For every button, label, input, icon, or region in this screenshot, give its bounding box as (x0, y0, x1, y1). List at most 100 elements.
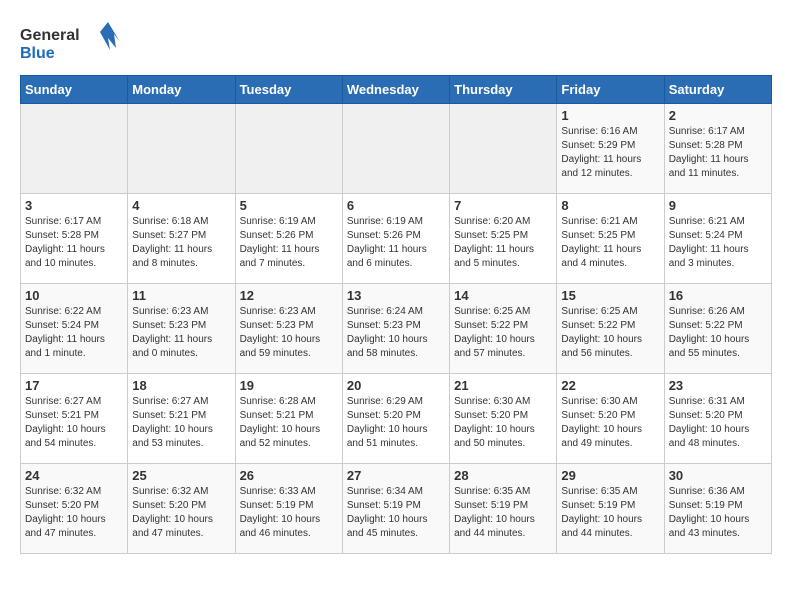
day-number: 12 (240, 288, 338, 303)
day-header-sunday: Sunday (21, 76, 128, 104)
day-info: Sunrise: 6:35 AM Sunset: 5:19 PM Dayligh… (561, 485, 659, 541)
calendar-cell: 30 Sunrise: 6:36 AM Sunset: 5:19 PM Dayli… (664, 464, 771, 554)
calendar-cell: 27Sunrise: 6:34 AM Sunset: 5:19 PM Dayli… (342, 464, 449, 554)
day-number: 24 (25, 468, 123, 483)
day-info: Sunrise: 6:28 AM Sunset: 5:21 PM Dayligh… (240, 395, 338, 451)
calendar-cell: 7 Sunrise: 6:20 AM Sunset: 5:25 PM Daylig… (450, 194, 557, 284)
day-number: 8 (561, 198, 659, 213)
calendar-table: SundayMondayTuesdayWednesdayThursdayFrid… (20, 75, 772, 554)
day-number: 28 (454, 468, 552, 483)
day-header-saturday: Saturday (664, 76, 771, 104)
day-header-wednesday: Wednesday (342, 76, 449, 104)
day-number: 9 (669, 198, 767, 213)
calendar-cell: 14Sunrise: 6:25 AM Sunset: 5:22 PM Dayli… (450, 284, 557, 374)
day-header-monday: Monday (128, 76, 235, 104)
day-info: Sunrise: 6:17 AM Sunset: 5:28 PM Dayligh… (669, 125, 767, 181)
calendar-cell: 4 Sunrise: 6:18 AM Sunset: 5:27 PM Daylig… (128, 194, 235, 284)
day-number: 13 (347, 288, 445, 303)
day-info: Sunrise: 6:20 AM Sunset: 5:25 PM Dayligh… (454, 215, 552, 271)
calendar-cell: 13Sunrise: 6:24 AM Sunset: 5:23 PM Dayli… (342, 284, 449, 374)
day-info: Sunrise: 6:19 AM Sunset: 5:26 PM Dayligh… (347, 215, 445, 271)
calendar-cell: 15 Sunrise: 6:25 AM Sunset: 5:22 PM Dayli… (557, 284, 664, 374)
day-info: Sunrise: 6:35 AM Sunset: 5:19 PM Dayligh… (454, 485, 552, 541)
day-info: Sunrise: 6:25 AM Sunset: 5:22 PM Dayligh… (454, 305, 552, 361)
day-number: 20 (347, 378, 445, 393)
logo: GeneralBlue (20, 20, 130, 65)
calendar-cell (128, 104, 235, 194)
calendar-cell: 12 Sunrise: 6:23 AM Sunset: 5:23 PM Dayli… (235, 284, 342, 374)
day-info: Sunrise: 6:23 AM Sunset: 5:23 PM Dayligh… (132, 305, 230, 361)
day-number: 26 (240, 468, 338, 483)
day-number: 3 (25, 198, 123, 213)
week-row-2: 3 Sunrise: 6:17 AM Sunset: 5:28 PM Daylig… (21, 194, 772, 284)
calendar-cell: 2 Sunrise: 6:17 AM Sunset: 5:28 PM Daylig… (664, 104, 771, 194)
calendar-cell: 9 Sunrise: 6:21 AM Sunset: 5:24 PM Daylig… (664, 194, 771, 284)
calendar-cell: 5 Sunrise: 6:19 AM Sunset: 5:26 PM Daylig… (235, 194, 342, 284)
day-number: 19 (240, 378, 338, 393)
day-info: Sunrise: 6:25 AM Sunset: 5:22 PM Dayligh… (561, 305, 659, 361)
logo-icon: GeneralBlue (20, 20, 130, 65)
day-number: 5 (240, 198, 338, 213)
week-row-5: 24 Sunrise: 6:32 AM Sunset: 5:20 PM Dayli… (21, 464, 772, 554)
week-row-4: 17 Sunrise: 6:27 AM Sunset: 5:21 PM Dayli… (21, 374, 772, 464)
day-info: Sunrise: 6:36 AM Sunset: 5:19 PM Dayligh… (669, 485, 767, 541)
day-header-friday: Friday (557, 76, 664, 104)
calendar-cell (235, 104, 342, 194)
week-row-1: 1Sunrise: 6:16 AM Sunset: 5:29 PM Daylig… (21, 104, 772, 194)
header-row: SundayMondayTuesdayWednesdayThursdayFrid… (21, 76, 772, 104)
day-info: Sunrise: 6:27 AM Sunset: 5:21 PM Dayligh… (25, 395, 123, 451)
day-number: 11 (132, 288, 230, 303)
calendar-cell: 10 Sunrise: 6:22 AM Sunset: 5:24 PM Dayli… (21, 284, 128, 374)
day-number: 29 (561, 468, 659, 483)
day-number: 18 (132, 378, 230, 393)
day-header-tuesday: Tuesday (235, 76, 342, 104)
day-info: Sunrise: 6:32 AM Sunset: 5:20 PM Dayligh… (132, 485, 230, 541)
day-info: Sunrise: 6:16 AM Sunset: 5:29 PM Dayligh… (561, 125, 659, 181)
day-info: Sunrise: 6:22 AM Sunset: 5:24 PM Dayligh… (25, 305, 123, 361)
calendar-cell (450, 104, 557, 194)
calendar-cell: 28 Sunrise: 6:35 AM Sunset: 5:19 PM Dayli… (450, 464, 557, 554)
day-number: 15 (561, 288, 659, 303)
calendar-cell: 29 Sunrise: 6:35 AM Sunset: 5:19 PM Dayli… (557, 464, 664, 554)
day-info: Sunrise: 6:19 AM Sunset: 5:26 PM Dayligh… (240, 215, 338, 271)
day-info: Sunrise: 6:30 AM Sunset: 5:20 PM Dayligh… (454, 395, 552, 451)
day-number: 7 (454, 198, 552, 213)
calendar-cell: 19 Sunrise: 6:28 AM Sunset: 5:21 PM Dayli… (235, 374, 342, 464)
day-info: Sunrise: 6:32 AM Sunset: 5:20 PM Dayligh… (25, 485, 123, 541)
day-info: Sunrise: 6:31 AM Sunset: 5:20 PM Dayligh… (669, 395, 767, 451)
calendar-cell: 25Sunrise: 6:32 AM Sunset: 5:20 PM Dayli… (128, 464, 235, 554)
calendar-cell: 8 Sunrise: 6:21 AM Sunset: 5:25 PM Daylig… (557, 194, 664, 284)
day-number: 4 (132, 198, 230, 213)
calendar-cell: 16Sunrise: 6:26 AM Sunset: 5:22 PM Dayli… (664, 284, 771, 374)
day-number: 17 (25, 378, 123, 393)
calendar-cell: 11 Sunrise: 6:23 AM Sunset: 5:23 PM Dayli… (128, 284, 235, 374)
calendar-cell: 17 Sunrise: 6:27 AM Sunset: 5:21 PM Dayli… (21, 374, 128, 464)
day-info: Sunrise: 6:18 AM Sunset: 5:27 PM Dayligh… (132, 215, 230, 271)
week-row-3: 10 Sunrise: 6:22 AM Sunset: 5:24 PM Dayli… (21, 284, 772, 374)
calendar-cell: 26 Sunrise: 6:33 AM Sunset: 5:19 PM Dayli… (235, 464, 342, 554)
calendar-cell: 22Sunrise: 6:30 AM Sunset: 5:20 PM Dayli… (557, 374, 664, 464)
day-info: Sunrise: 6:21 AM Sunset: 5:24 PM Dayligh… (669, 215, 767, 271)
day-info: Sunrise: 6:23 AM Sunset: 5:23 PM Dayligh… (240, 305, 338, 361)
day-header-thursday: Thursday (450, 76, 557, 104)
calendar-cell: 24 Sunrise: 6:32 AM Sunset: 5:20 PM Dayli… (21, 464, 128, 554)
calendar-cell: 1Sunrise: 6:16 AM Sunset: 5:29 PM Daylig… (557, 104, 664, 194)
day-info: Sunrise: 6:21 AM Sunset: 5:25 PM Dayligh… (561, 215, 659, 271)
day-number: 10 (25, 288, 123, 303)
calendar-cell: 6 Sunrise: 6:19 AM Sunset: 5:26 PM Daylig… (342, 194, 449, 284)
calendar-cell: 21 Sunrise: 6:30 AM Sunset: 5:20 PM Dayli… (450, 374, 557, 464)
day-info: Sunrise: 6:17 AM Sunset: 5:28 PM Dayligh… (25, 215, 123, 271)
calendar-cell (342, 104, 449, 194)
day-info: Sunrise: 6:30 AM Sunset: 5:20 PM Dayligh… (561, 395, 659, 451)
day-info: Sunrise: 6:33 AM Sunset: 5:19 PM Dayligh… (240, 485, 338, 541)
calendar-cell (21, 104, 128, 194)
calendar-cell: 18 Sunrise: 6:27 AM Sunset: 5:21 PM Dayli… (128, 374, 235, 464)
svg-text:General: General (20, 27, 80, 44)
day-number: 21 (454, 378, 552, 393)
day-number: 27 (347, 468, 445, 483)
svg-text:Blue: Blue (20, 45, 55, 62)
day-number: 30 (669, 468, 767, 483)
day-number: 6 (347, 198, 445, 213)
day-number: 2 (669, 108, 767, 123)
day-info: Sunrise: 6:27 AM Sunset: 5:21 PM Dayligh… (132, 395, 230, 451)
